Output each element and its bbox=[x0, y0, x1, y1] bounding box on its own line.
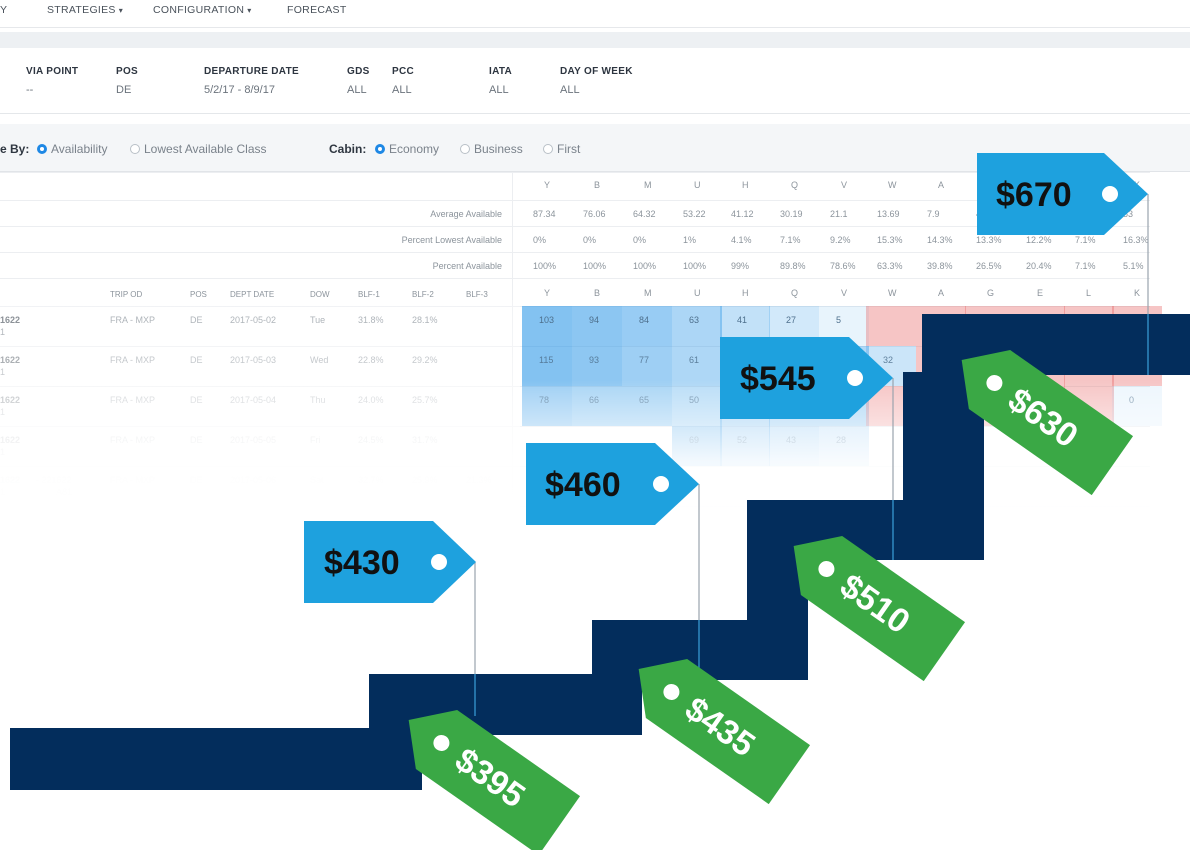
price-label: $460 bbox=[545, 466, 621, 504]
price-stairs-illustration: $670 $545 $460 $430 $630 $510 $435 $395 bbox=[10, 153, 1190, 850]
price-label: $670 bbox=[996, 176, 1072, 214]
blue-price-tag-670: $670 bbox=[977, 153, 1148, 235]
blue-price-tag-460: $460 bbox=[526, 443, 699, 525]
blue-price-tag-545: $545 bbox=[720, 337, 893, 419]
blue-price-tag-430: $430 bbox=[304, 521, 476, 603]
price-label: $545 bbox=[740, 360, 816, 398]
price-label: $430 bbox=[324, 544, 400, 582]
